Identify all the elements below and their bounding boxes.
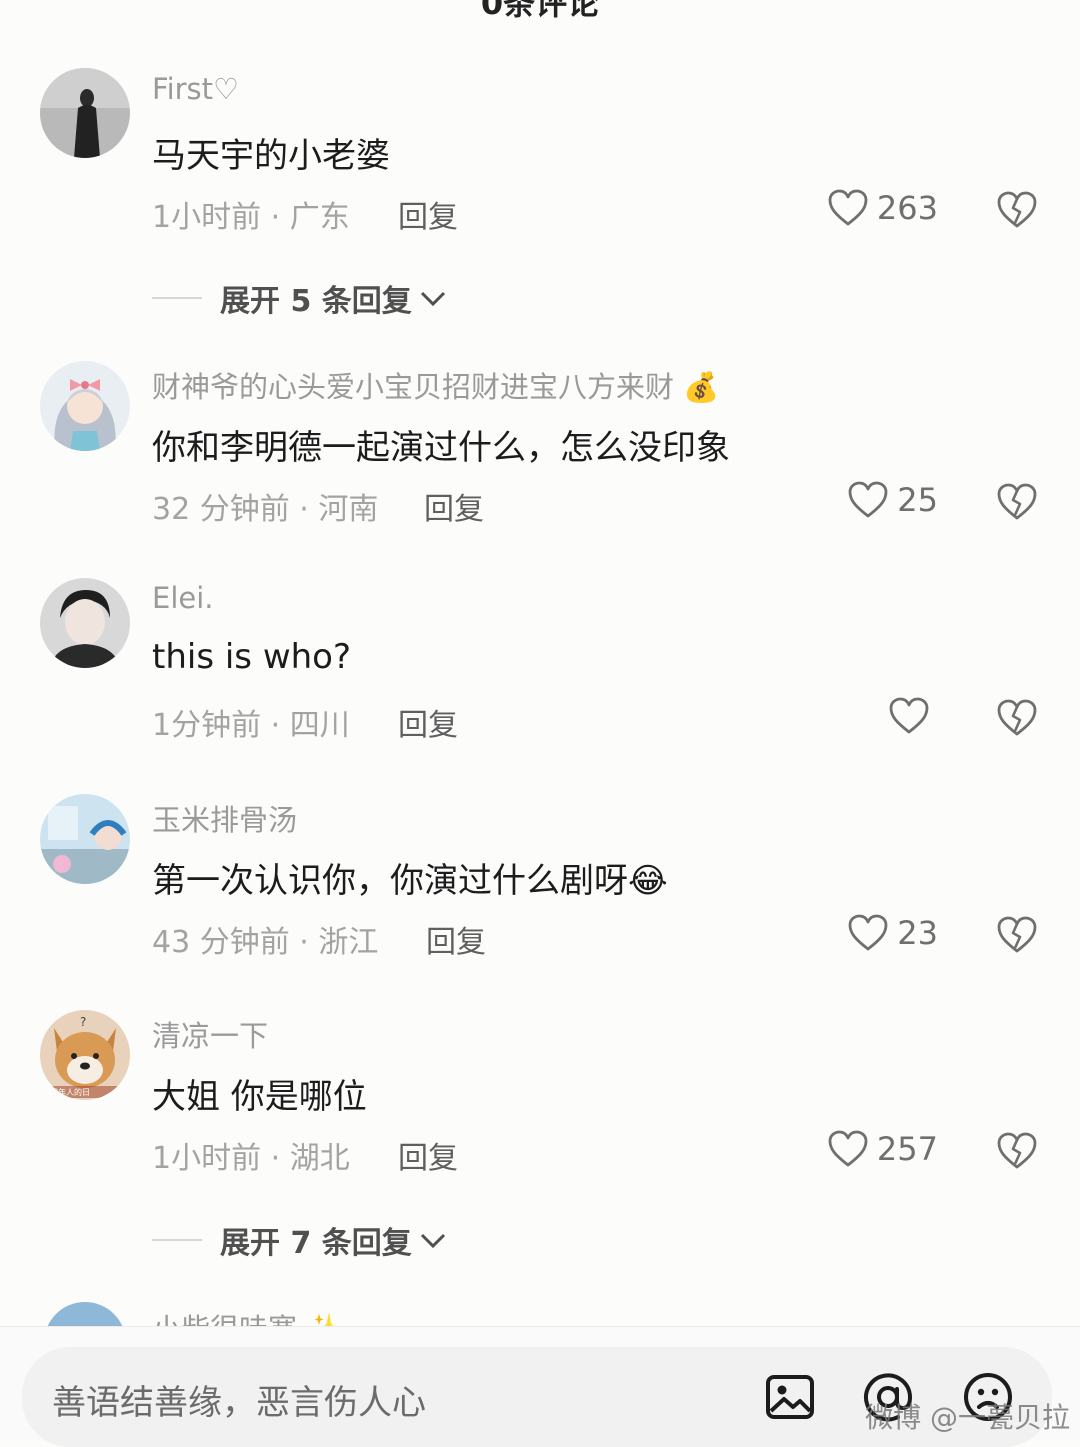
avatar[interactable] <box>40 361 130 451</box>
next-comment-peek: 小柴很哇塞 ✨ <box>0 1300 1080 1326</box>
broken-heart-icon[interactable] <box>996 190 1038 230</box>
reply-button[interactable]: 回复 <box>398 700 458 744</box>
comment-username[interactable]: 小柴很哇塞 ✨ <box>152 1306 342 1326</box>
chevron-down-icon <box>420 1233 445 1249</box>
avatar[interactable] <box>44 1302 126 1326</box>
divider <box>152 1239 202 1241</box>
like-button[interactable]: 257 <box>827 1129 938 1169</box>
comment-meta: 32 分钟前 · 河南 <box>152 492 379 527</box>
expand-replies-button[interactable]: 展开 5 条回复 <box>152 276 448 320</box>
chevron-down-icon <box>420 291 445 307</box>
like-button[interactable]: 263 <box>827 188 938 228</box>
avatar[interactable]: ? 成年人的日 <box>40 1010 130 1100</box>
comment-input-placeholder: 善语结善缘，恶言伤人心 <box>52 1383 426 1423</box>
comment-username[interactable]: First♡ <box>152 72 239 106</box>
comment-text: 大姐 你是哪位 <box>152 1077 367 1117</box>
divider <box>152 297 202 299</box>
reply-button[interactable]: 回复 <box>426 917 486 961</box>
avatar[interactable] <box>40 794 130 884</box>
like-count: 25 <box>897 481 938 519</box>
comment-username[interactable]: 玉米排骨汤 <box>152 797 297 839</box>
heart-icon <box>848 481 888 518</box>
comment-username[interactable]: 财神爷的心头爱小宝贝招财进宝八方来财 💰 <box>152 364 719 406</box>
comment-text: this is who? <box>152 637 352 677</box>
comment-meta: 1小时前 · 广东 <box>152 200 350 235</box>
like-count: 263 <box>876 189 938 227</box>
reply-button[interactable]: 回复 <box>424 484 484 528</box>
comment-text: 你和李明德一起演过什么，怎么没印象 <box>152 428 730 468</box>
like-button[interactable]: 25 <box>847 480 938 520</box>
like-button[interactable] <box>888 696 938 736</box>
page-title: 0条评论 <box>480 0 600 22</box>
broken-heart-icon[interactable] <box>996 482 1038 522</box>
avatar[interactable] <box>40 578 130 668</box>
comment-username[interactable]: 清凉一下 <box>152 1013 268 1055</box>
comment-username[interactable]: Elei. <box>152 581 214 615</box>
expand-replies-label: 展开 5 条回复 <box>220 284 412 319</box>
svg-text:?: ? <box>80 1015 86 1029</box>
like-count: 257 <box>876 1130 938 1168</box>
watermark: 微博 @一甍贝拉 <box>865 1401 1070 1434</box>
reply-button[interactable]: 回复 <box>398 1133 458 1177</box>
like-button[interactable]: 23 <box>847 913 938 953</box>
comment-text: 马天宇的小老婆 <box>152 136 390 176</box>
comment-meta: 43 分钟前 · 浙江 <box>152 925 379 960</box>
avatar-caption: 成年人的日 <box>50 1087 90 1097</box>
reply-button[interactable]: 回复 <box>398 192 458 236</box>
heart-icon <box>848 914 888 951</box>
comment-meta: 1小时前 · 湖北 <box>152 1141 350 1176</box>
comment-meta: 1分钟前 · 四川 <box>152 708 350 743</box>
heart-icon <box>828 189 868 226</box>
expand-replies-button[interactable]: 展开 7 条回复 <box>152 1218 448 1262</box>
comment-text: 第一次认识你，你演过什么剧呀😂 <box>152 861 668 901</box>
avatar[interactable] <box>40 68 130 158</box>
expand-replies-label: 展开 7 条回复 <box>220 1226 412 1261</box>
broken-heart-icon[interactable] <box>996 915 1038 955</box>
like-count: 23 <box>897 914 938 952</box>
heart-icon <box>889 697 929 734</box>
broken-heart-icon[interactable] <box>996 1131 1038 1171</box>
image-icon[interactable] <box>764 1371 816 1423</box>
broken-heart-icon[interactable] <box>996 698 1038 738</box>
heart-icon <box>828 1130 868 1167</box>
